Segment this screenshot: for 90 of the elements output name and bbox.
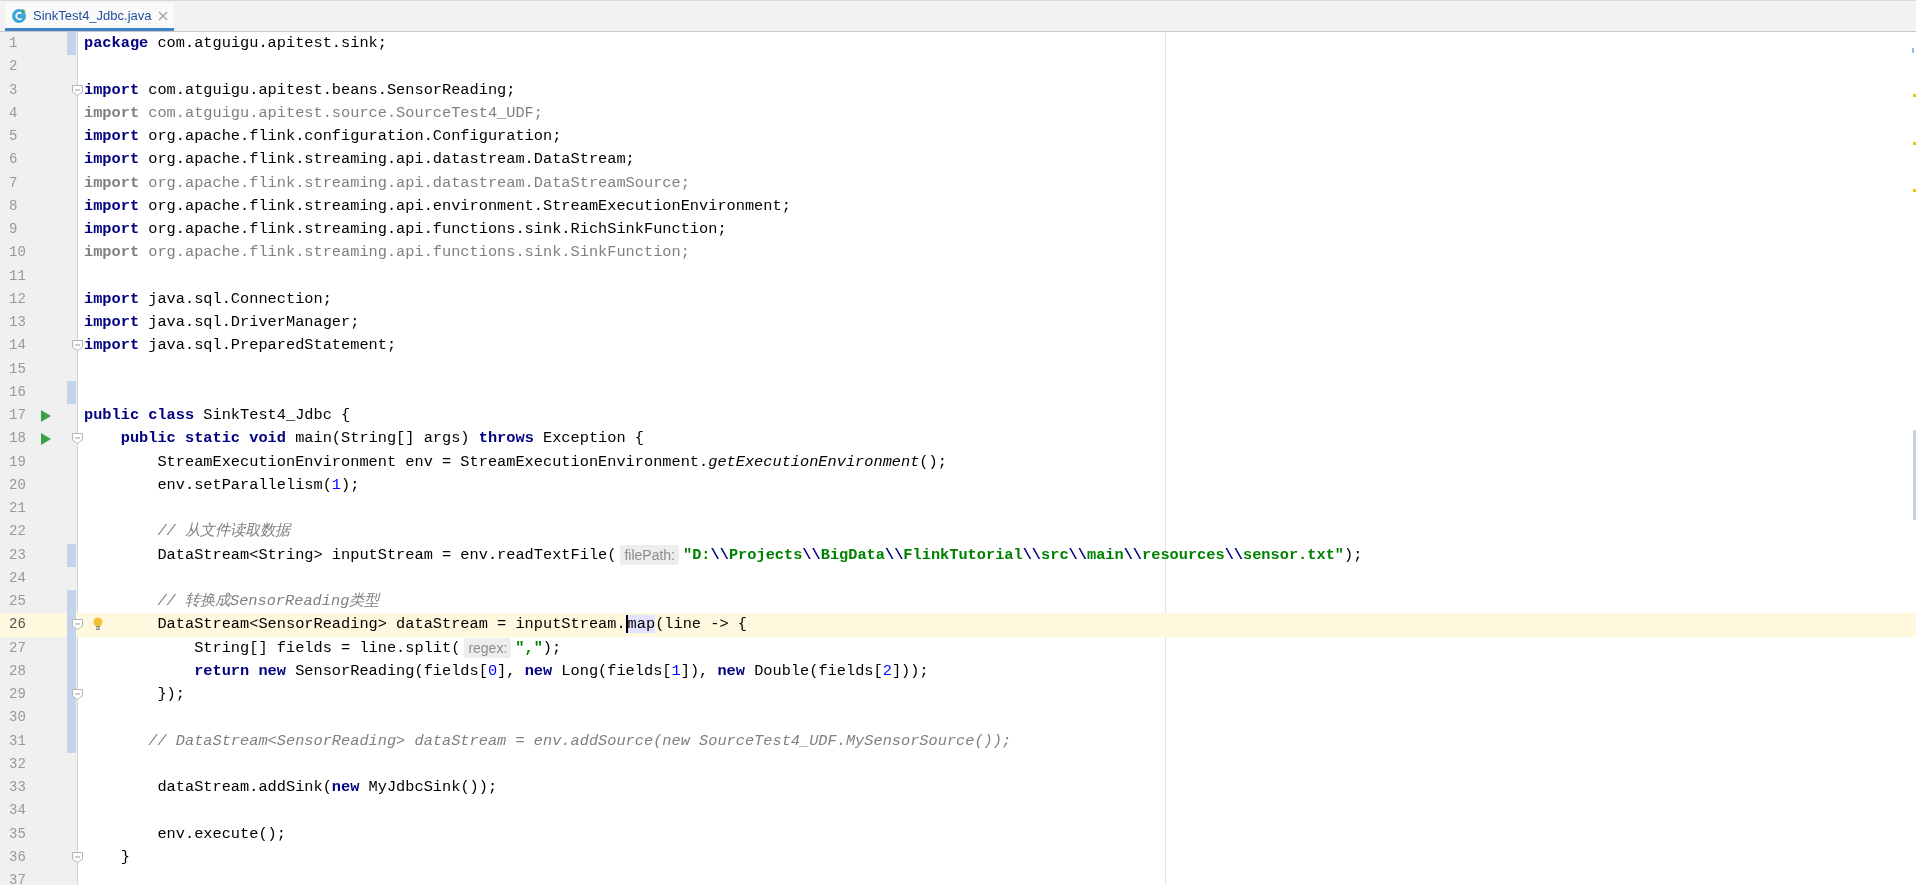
fold-icon[interactable] xyxy=(72,433,83,445)
code-line: import org.apache.flink.streaming.api.functions.sink.SinkFunction; xyxy=(84,242,690,264)
code-text: "D:\\Projects\\BigData\\FlinkTutorial\\src\\main\\resources\\sensor.txt"); xyxy=(683,544,1363,566)
line-number: 8 xyxy=(9,196,18,216)
code-line: // DataStream<SensorReading> dataStream = env.addSource(new SourceTest4_UDF.MySensorSource()); xyxy=(147,730,1012,752)
code-line: // 转换成SensorReading类型 xyxy=(156,591,380,613)
line-number: 15 xyxy=(9,359,26,379)
line-number: 24 xyxy=(9,568,26,588)
change-marker[interactable] xyxy=(67,543,76,567)
code-line: dataStream.addSink(new MyJdbcSink()); xyxy=(156,777,498,799)
change-marker[interactable] xyxy=(67,590,76,614)
parameter-hint: filePath: xyxy=(620,545,679,566)
line-number: 20 xyxy=(9,475,26,495)
line-number: 22 xyxy=(9,522,26,542)
line-number: 32 xyxy=(9,754,26,774)
line-number: 14 xyxy=(9,336,26,356)
code-line: import org.apache.flink.streaming.api.datastream.DataStream; xyxy=(84,149,635,171)
code-line: public class SinkTest4_Jdbc { xyxy=(84,405,351,427)
line-number: 7 xyxy=(9,173,18,193)
error-stripe-mark xyxy=(1913,94,1916,97)
code-line: import java.sql.PreparedStatement; xyxy=(84,335,397,357)
run-icon[interactable] xyxy=(41,409,51,422)
line-number: 28 xyxy=(9,661,26,681)
line-number: 6 xyxy=(9,150,18,170)
change-marker[interactable] xyxy=(67,380,76,404)
code-line: DataStream<SensorReading> dataStream = inputStream.map(line -> { xyxy=(156,614,747,636)
line-number: 37 xyxy=(9,871,26,885)
line-number: 31 xyxy=(9,731,26,751)
line-number: 19 xyxy=(9,452,26,472)
change-marker[interactable] xyxy=(67,729,76,753)
line-number: 18 xyxy=(9,429,26,449)
fold-icon[interactable] xyxy=(72,619,83,631)
code-text: String[] fields = line.split( xyxy=(193,637,461,659)
code-line: import java.sql.DriverManager; xyxy=(84,312,360,334)
code-line: import org.apache.flink.streaming.api.datastream.DataStreamSource; xyxy=(84,172,690,194)
code-text: DataStream<String> inputStream = env.readTextFile( xyxy=(156,544,617,566)
code-line: import com.atguigu.apitest.beans.SensorReading; xyxy=(84,79,516,101)
run-icon[interactable] xyxy=(41,432,51,445)
close-icon[interactable] xyxy=(157,10,168,21)
error-stripe-mark xyxy=(1913,189,1916,192)
error-stripe-mark xyxy=(1913,142,1916,145)
line-number: 4 xyxy=(9,103,18,123)
line-number: 23 xyxy=(9,545,26,565)
line-number: 30 xyxy=(9,708,26,728)
code-line: return new SensorReading(fields[0], new Long(fields[1]), new Double(fields[2])); xyxy=(193,660,929,682)
code-line: env.execute(); xyxy=(156,823,286,845)
code-line: // 从文件读取数据 xyxy=(156,521,290,543)
code-line: import java.sql.Connection; xyxy=(84,288,332,310)
line-number: 10 xyxy=(9,243,26,263)
line-number: 36 xyxy=(9,847,26,867)
class-icon xyxy=(11,7,27,24)
error-stripe-mark xyxy=(1912,48,1914,53)
change-marker[interactable] xyxy=(67,32,76,56)
line-number: 13 xyxy=(9,313,26,333)
line-number: 3 xyxy=(9,80,18,100)
line-number: 12 xyxy=(9,289,26,309)
line-number: 29 xyxy=(9,685,26,705)
code-line: }); xyxy=(156,684,185,706)
code-line: StreamExecutionEnvironment env = StreamExecutionEnvironment.getExecutionEnvironment(); xyxy=(156,451,947,473)
scrollbar-thumb[interactable] xyxy=(1913,430,1916,520)
line-number: 17 xyxy=(9,406,26,426)
line-number: 21 xyxy=(9,499,26,519)
line-number: 25 xyxy=(9,592,26,612)
code-line: env.setParallelism(1); xyxy=(156,474,360,496)
code-line: } xyxy=(119,846,130,868)
line-number: 2 xyxy=(9,57,18,77)
file-tab[interactable]: SinkTest4_Jdbc.java xyxy=(5,3,174,31)
fold-icon[interactable] xyxy=(72,84,83,96)
line-number: 26 xyxy=(9,615,26,635)
code-line: import com.atguigu.apitest.source.SourceTest4_UDF; xyxy=(84,102,543,124)
lightbulb-icon[interactable] xyxy=(93,617,103,632)
line-number: 5 xyxy=(9,127,18,147)
code-text: ","); xyxy=(515,637,562,659)
line-number: 11 xyxy=(9,266,26,286)
fold-icon[interactable] xyxy=(72,340,83,352)
code-line: import org.apache.flink.configuration.Configuration; xyxy=(84,126,562,148)
line-number: 9 xyxy=(9,220,18,240)
line-number: 34 xyxy=(9,801,26,821)
code-line: import org.apache.flink.streaming.api.environment.StreamExecutionEnvironment; xyxy=(84,195,791,217)
code-line: package com.atguigu.apitest.sink; xyxy=(84,33,387,55)
line-number: 33 xyxy=(9,778,26,798)
fold-icon[interactable] xyxy=(72,851,83,863)
code-line: public static void main(String[] args) throws Exception { xyxy=(119,428,644,450)
parameter-hint: regex: xyxy=(464,638,512,659)
fold-icon[interactable] xyxy=(72,689,83,701)
line-number: 27 xyxy=(9,638,26,658)
code-line: import org.apache.flink.streaming.api.functions.sink.RichSinkFunction; xyxy=(84,219,727,241)
line-number: 1 xyxy=(9,34,18,54)
line-number: 16 xyxy=(9,382,26,402)
line-number: 35 xyxy=(9,824,26,844)
